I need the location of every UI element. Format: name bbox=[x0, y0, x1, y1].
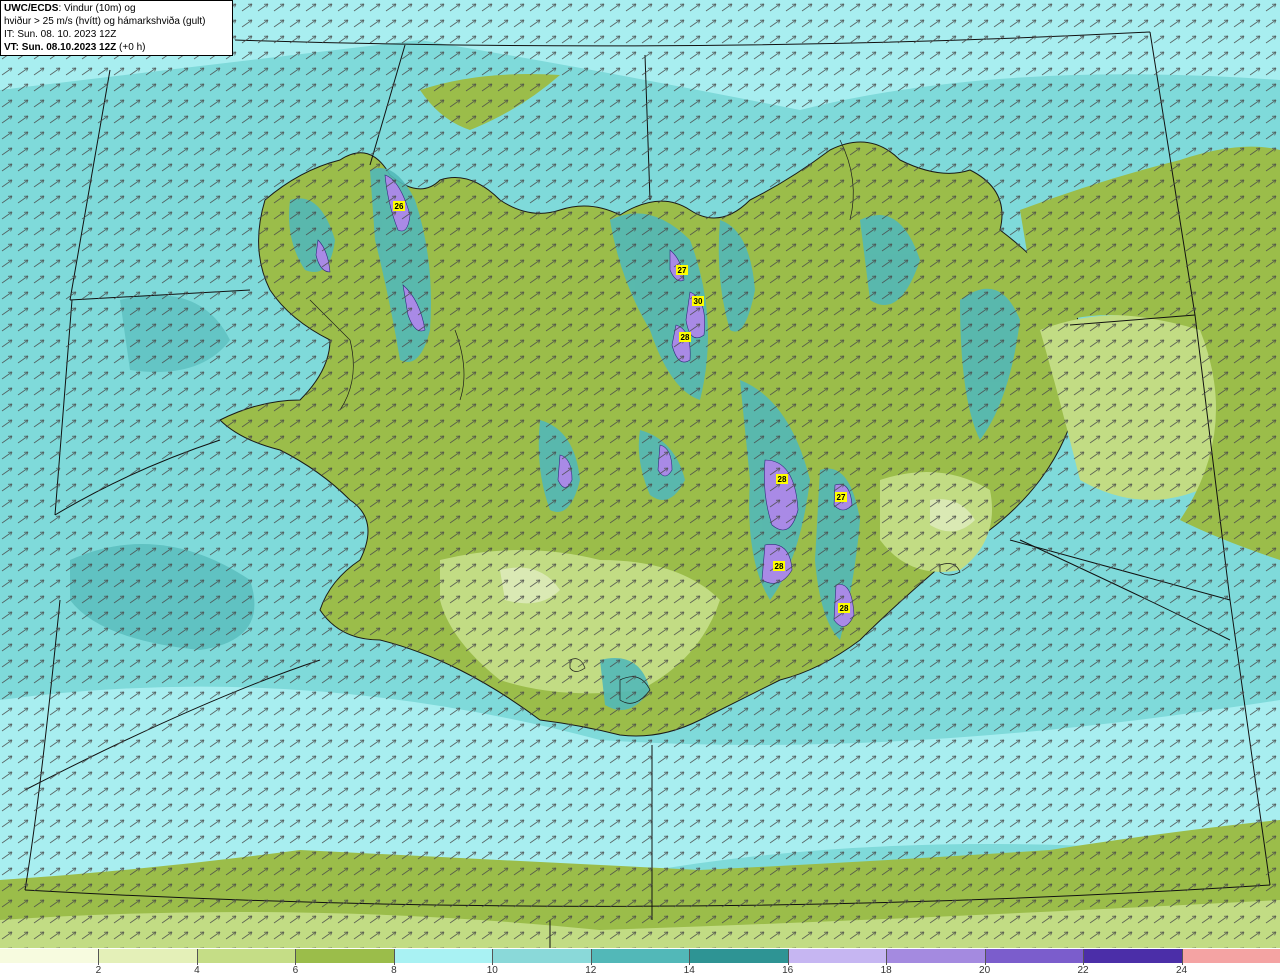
gust-label: 30 bbox=[692, 296, 704, 306]
color-scale-tick bbox=[984, 949, 986, 965]
color-scale-tick bbox=[1083, 949, 1085, 965]
svg-text:27: 27 bbox=[678, 266, 687, 275]
svg-text:28: 28 bbox=[840, 604, 849, 613]
gust-label: 28 bbox=[838, 603, 850, 613]
color-scale-swatch bbox=[196, 949, 296, 963]
color-scale-swatch bbox=[689, 949, 788, 963]
color-scale-label: 24 bbox=[1175, 965, 1188, 976]
color-scale-label: 2 bbox=[95, 965, 102, 976]
color-scale-tick bbox=[787, 949, 789, 965]
svg-text:27: 27 bbox=[837, 493, 846, 502]
map-title: UWC/ECDS bbox=[4, 3, 59, 14]
color-scale-label: 22 bbox=[1077, 965, 1089, 976]
color-scale-tick bbox=[98, 949, 100, 965]
color-scale-swatch bbox=[393, 949, 493, 963]
color-scale-tick bbox=[886, 949, 888, 965]
color-scale-swatch bbox=[295, 949, 394, 963]
gust-label: 27 bbox=[835, 492, 847, 502]
map-title-suffix: : Vindur (10m) og bbox=[58, 3, 136, 14]
color-scale-tick bbox=[689, 949, 691, 965]
svg-text:26: 26 bbox=[395, 202, 404, 211]
color-scale-label: 10 bbox=[486, 965, 498, 976]
svg-text:28: 28 bbox=[775, 562, 784, 571]
color-scale: 2 4 6 8 10 12 14 16 18 20 22 24 bbox=[0, 948, 1280, 978]
color-scale-label: 4 bbox=[194, 965, 200, 976]
color-scale-label: 12 bbox=[585, 965, 597, 976]
color-scale-swatch bbox=[984, 949, 1084, 963]
gust-label: 28 bbox=[679, 332, 691, 342]
color-scale-swatch bbox=[1083, 949, 1182, 963]
color-scale-swatch bbox=[1181, 949, 1280, 963]
color-scale-swatch bbox=[492, 949, 591, 963]
color-scale-label: 20 bbox=[979, 965, 991, 976]
svg-text:28: 28 bbox=[778, 475, 787, 484]
color-scale-label: 18 bbox=[880, 965, 892, 976]
color-scale-label: 8 bbox=[391, 965, 397, 976]
gust-label: 28 bbox=[773, 561, 785, 571]
wind-map: 26 27 30 28 28 27 28 28 bbox=[0, 0, 1280, 948]
color-scale-swatch bbox=[98, 949, 197, 963]
color-scale-label: 6 bbox=[292, 965, 299, 976]
gust-label: 26 bbox=[393, 201, 405, 211]
color-scale-swatch bbox=[590, 949, 690, 963]
color-scale-tick bbox=[295, 949, 297, 965]
gust-label: 28 bbox=[776, 474, 788, 484]
map-subtitle: hviður > 25 m/s (hvítt) og hámarkshviða … bbox=[4, 16, 206, 27]
initial-time: IT: Sun. 08. 10. 2023 12Z bbox=[4, 29, 117, 40]
map-info-box: UWC/ECDS: Vindur (10m) og hviður > 25 m/… bbox=[0, 0, 233, 56]
color-scale-swatch bbox=[886, 949, 985, 963]
color-scale-tick bbox=[1181, 949, 1183, 965]
svg-text:30: 30 bbox=[694, 297, 703, 306]
color-scale-tick bbox=[492, 949, 494, 965]
valid-time: VT: Sun. 08.10.2023 12Z bbox=[4, 42, 117, 53]
color-scale-tick bbox=[590, 949, 592, 965]
color-scale-swatch bbox=[0, 949, 99, 963]
wind-arrows bbox=[0, 0, 1280, 948]
color-scale-label: 16 bbox=[782, 965, 794, 976]
color-scale-swatch bbox=[787, 949, 887, 963]
gust-label: 27 bbox=[676, 265, 688, 275]
svg-text:28: 28 bbox=[681, 333, 690, 342]
color-scale-label: 14 bbox=[683, 965, 695, 976]
color-scale-tick bbox=[196, 949, 198, 965]
color-scale-tick bbox=[393, 949, 395, 965]
forecast-offset: (+0 h) bbox=[116, 42, 146, 53]
